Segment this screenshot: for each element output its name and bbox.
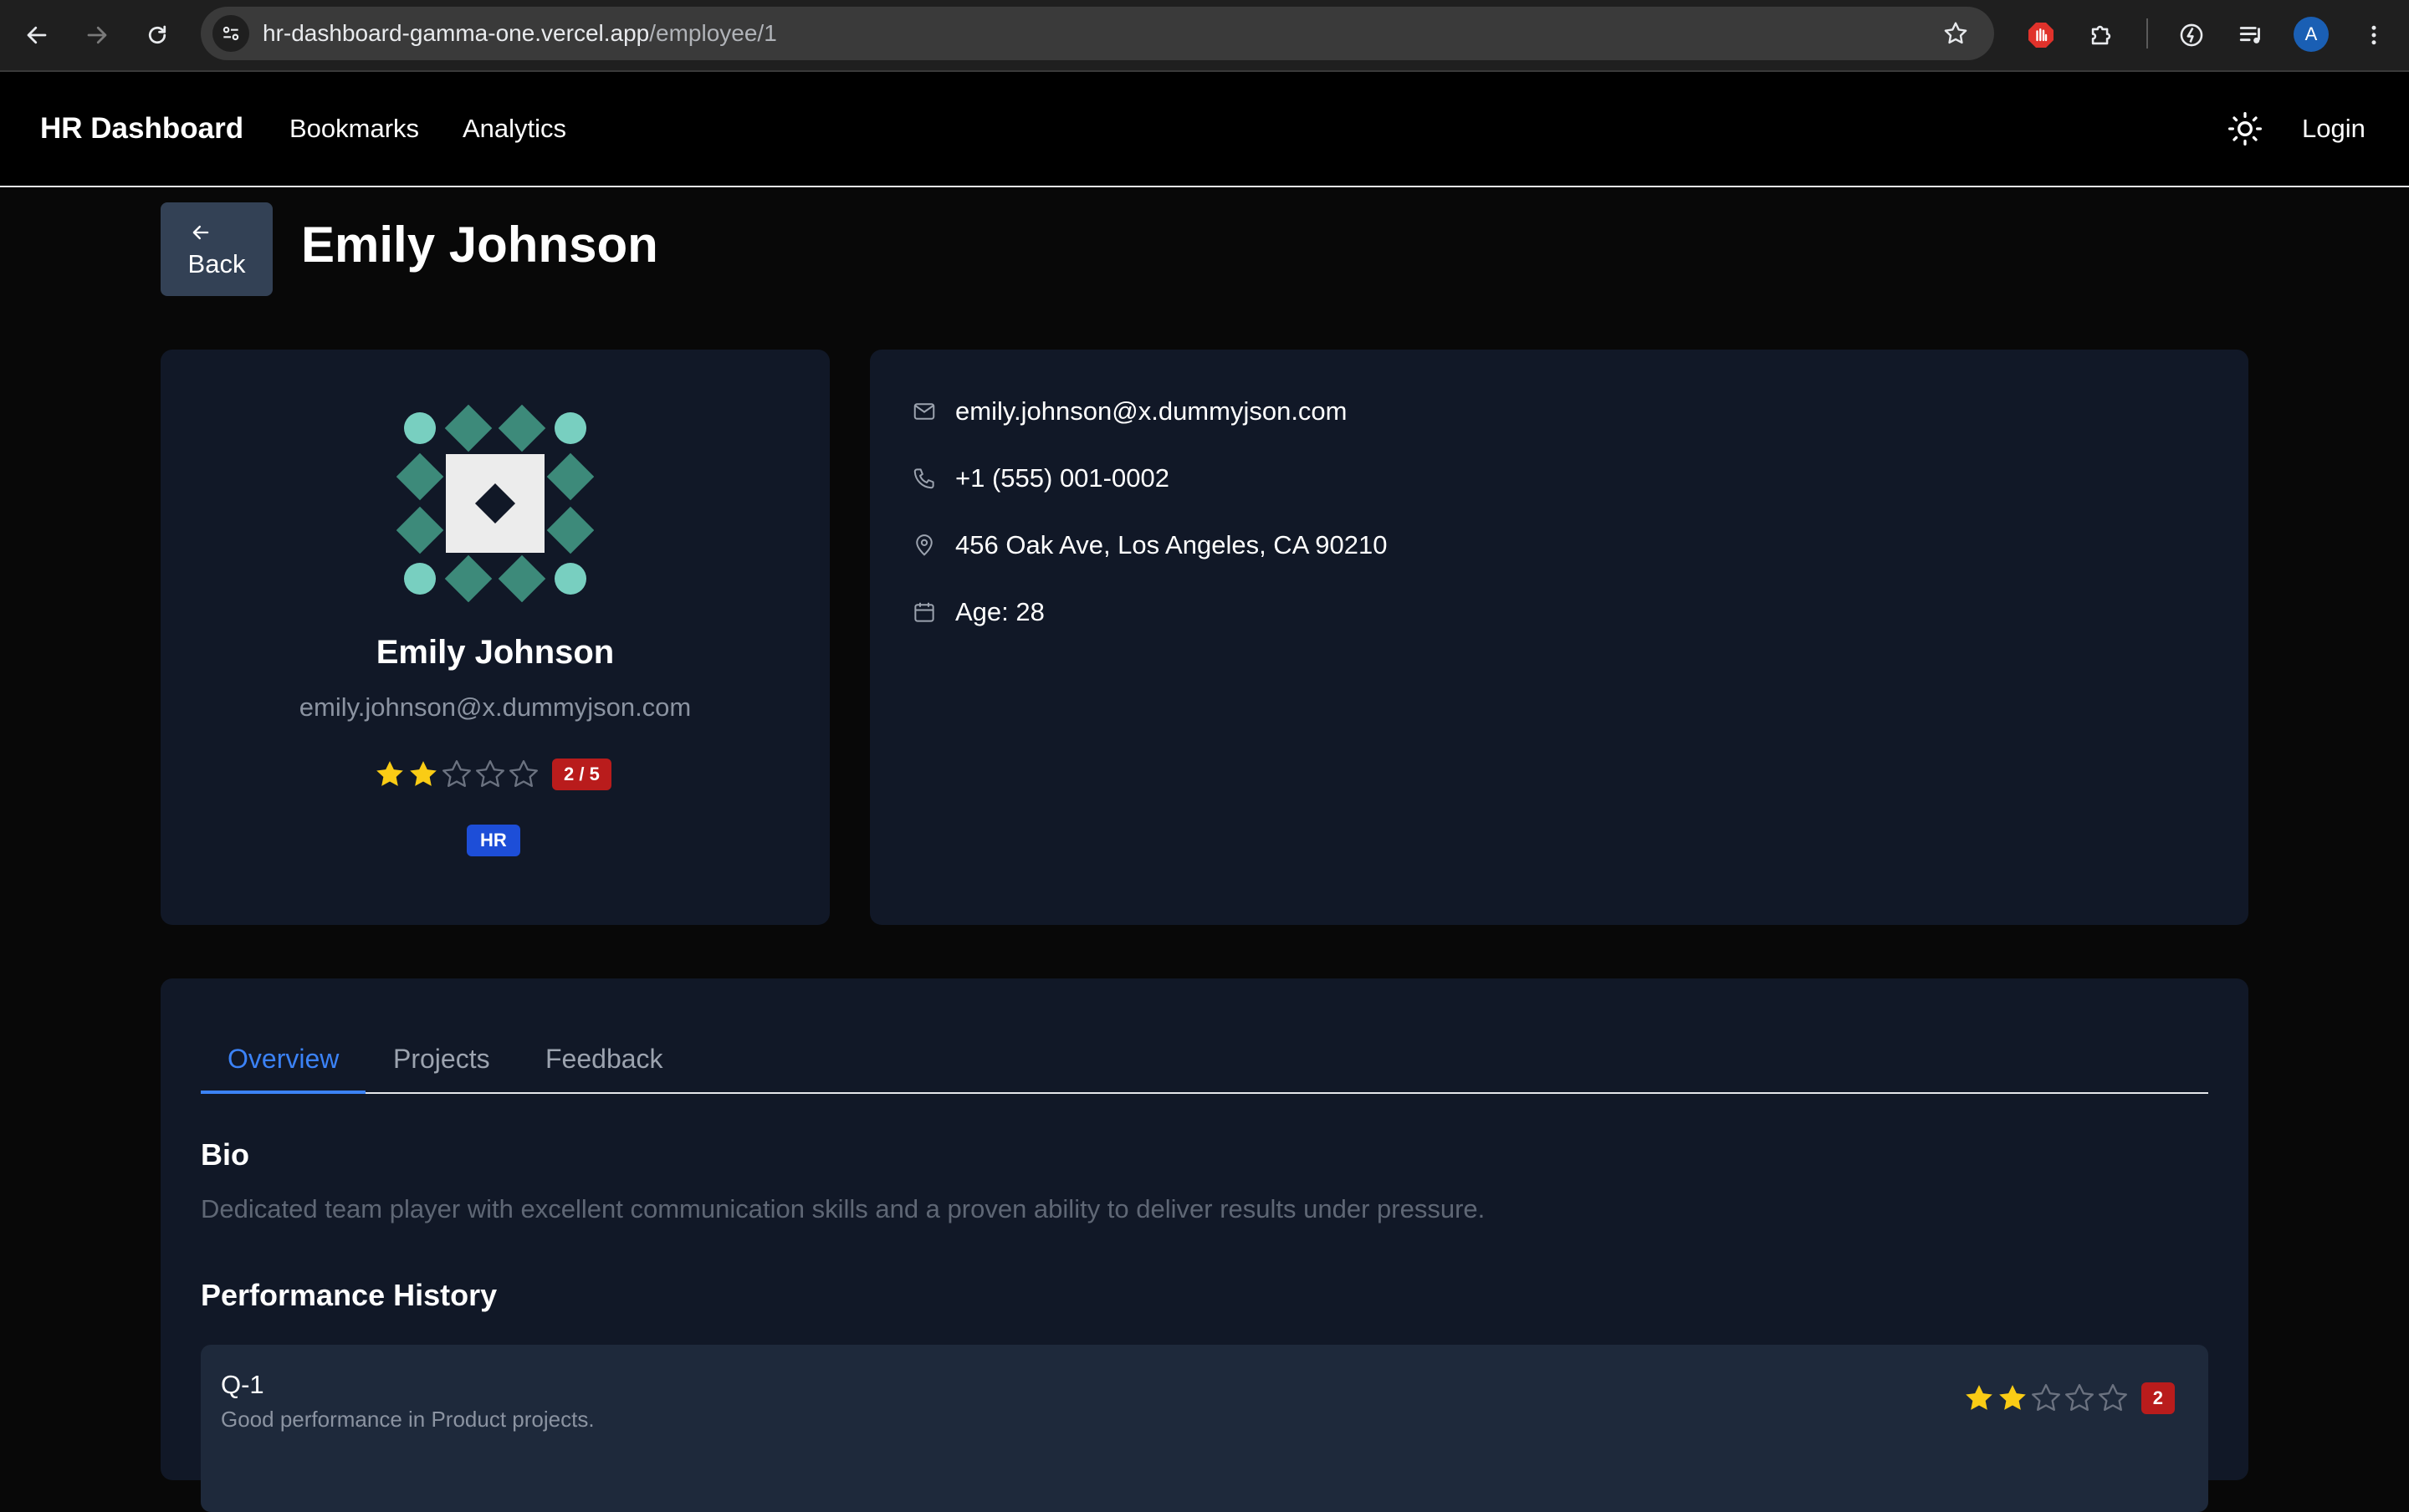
profile-rating: 2 / 5	[373, 756, 611, 793]
url-path: /employee/1	[649, 20, 777, 46]
bio-text: Dedicated team player with excellent com…	[201, 1194, 1486, 1223]
adblock-extension-icon[interactable]	[2021, 15, 2061, 55]
contact-age-row: Age: 28	[912, 594, 1045, 631]
theme-toggle-sun-icon[interactable]	[2227, 110, 2263, 147]
nav-link-bookmarks[interactable]: Bookmarks	[289, 72, 419, 186]
address-bar[interactable]: hr-dashboard-gamma-one.vercel.app/employ…	[201, 7, 1994, 60]
star-empty-icon	[509, 760, 538, 787]
bookmark-star-icon[interactable]	[1942, 20, 1969, 51]
profile-email: emily.johnson@x.dummyjson.com	[299, 692, 692, 722]
star-empty-icon	[442, 760, 471, 787]
contact-phone[interactable]: +1 (555) 001-0002	[955, 463, 1169, 493]
star-empty-icon	[2064, 1384, 2094, 1411]
browser-back-icon[interactable]	[17, 15, 57, 55]
browser-forward-icon[interactable]	[77, 15, 117, 55]
performance-history-item: Q-1 Good performance in Product projects…	[201, 1345, 2208, 1512]
contact-age: Age: 28	[955, 597, 1045, 626]
back-button[interactable]: Back	[161, 202, 273, 296]
star-filled-icon	[1965, 1385, 1992, 1410]
contact-phone-row: +1 (555) 001-0002	[912, 460, 1169, 497]
contact-email-row: emily.johnson@x.dummyjson.com	[912, 393, 1348, 430]
department-badge: HR	[467, 825, 520, 856]
map-pin-icon	[916, 534, 933, 556]
performance-quarter: Q-1	[221, 1370, 264, 1399]
site-settings-icon[interactable]	[212, 15, 249, 52]
nav-link-analytics[interactable]: Analytics	[463, 72, 566, 186]
extensions-puzzle-icon[interactable]	[2081, 15, 2121, 55]
star-empty-icon	[2098, 1384, 2127, 1411]
profile-card: Emily Johnson emily.johnson@x.dummyjson.…	[161, 350, 830, 925]
bio-heading: Bio	[201, 1137, 249, 1172]
arrow-left-icon	[189, 221, 212, 248]
brand-link[interactable]: HR Dashboard	[40, 72, 243, 186]
tab-feedback[interactable]: Feedback	[545, 1019, 663, 1092]
performance-history-heading: Performance History	[201, 1278, 498, 1312]
toolbar-divider	[2146, 18, 2148, 49]
login-button[interactable]: Login	[2302, 72, 2366, 186]
tab-bar: Overview Projects Feedback	[201, 1019, 2208, 1094]
performance-icon[interactable]	[2171, 15, 2212, 55]
contact-email[interactable]: emily.johnson@x.dummyjson.com	[955, 396, 1348, 427]
page-title: Emily Johnson	[301, 217, 658, 273]
performance-note: Good performance in Product projects.	[221, 1407, 595, 1432]
performance-rating: 2	[1962, 1382, 2175, 1415]
star-empty-icon	[2031, 1384, 2060, 1411]
browser-menu-icon[interactable]	[2354, 15, 2394, 55]
back-button-label: Back	[187, 249, 246, 278]
contact-address: 456 Oak Ave, Los Angeles, CA 90210	[955, 530, 1388, 559]
calendar-icon	[914, 602, 934, 622]
contact-card: emily.johnson@x.dummyjson.com +1 (555) 0…	[870, 350, 2248, 925]
performance-rating-badge: 2	[2140, 1382, 2175, 1414]
mail-icon	[913, 403, 935, 420]
rating-badge: 2 / 5	[552, 759, 611, 790]
browser-reload-icon[interactable]	[137, 15, 177, 55]
star-filled-icon	[1998, 1385, 2026, 1410]
star-empty-icon	[476, 760, 504, 787]
app-navbar: HR Dashboard Bookmarks Analytics Login	[0, 72, 2409, 187]
phone-icon	[913, 468, 934, 489]
star-filled-icon	[410, 761, 437, 786]
details-tabs-card: Overview Projects Feedback Bio Dedicated…	[161, 978, 2248, 1512]
browser-toolbar: hr-dashboard-gamma-one.vercel.app/employ…	[0, 0, 2409, 72]
tab-overview[interactable]: Overview	[201, 1019, 366, 1094]
avatar	[396, 404, 595, 603]
profile-name: Emily Johnson	[376, 634, 615, 671]
profile-avatar[interactable]: A	[2294, 17, 2329, 52]
url-host: hr-dashboard-gamma-one.vercel.app	[263, 20, 650, 46]
url-text: hr-dashboard-gamma-one.vercel.app/employ…	[263, 7, 777, 60]
media-controls-icon[interactable]	[2232, 15, 2272, 55]
star-filled-icon	[376, 761, 403, 786]
contact-address-row: 456 Oak Ave, Los Angeles, CA 90210	[912, 527, 1387, 564]
tab-projects[interactable]: Projects	[393, 1019, 490, 1092]
